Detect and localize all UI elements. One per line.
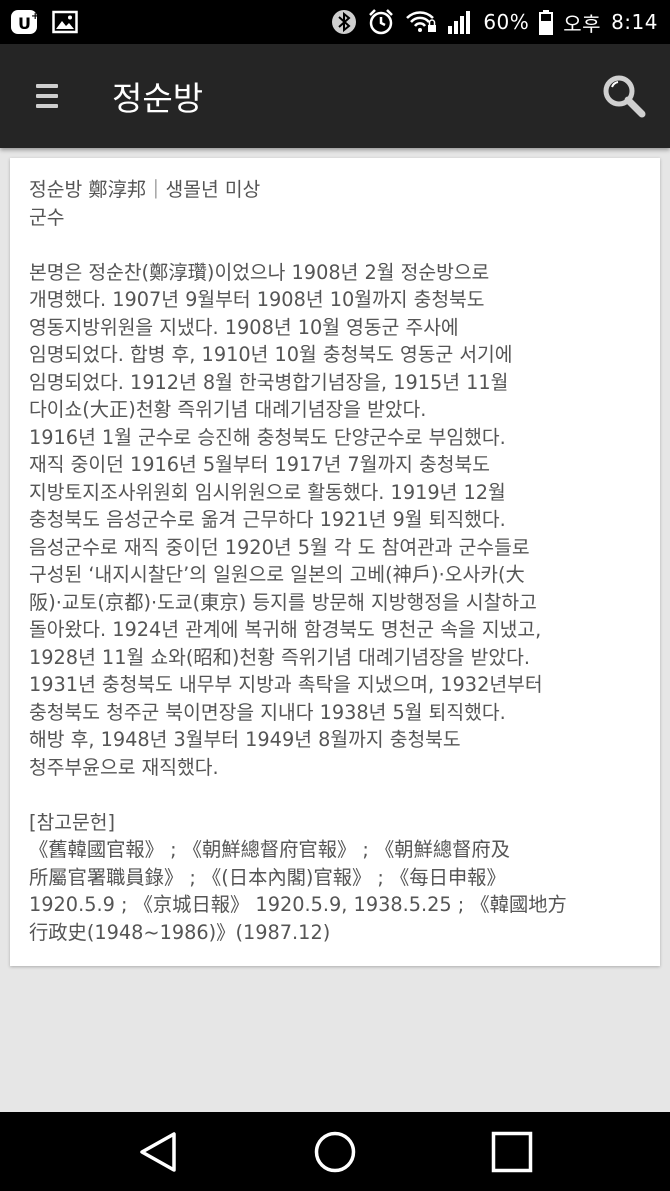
- signal-icon: [447, 9, 473, 35]
- body-line: 1931년 충청북도 내무부 지방과 촉탁을 지냈으며, 1932년부터: [29, 673, 543, 696]
- body-line: 재직 중이던 1916년 5월부터 1917년 7월까지 충청북도: [29, 453, 491, 476]
- reference-line: 所屬官署職員錄》 ; 《(日本內閣)官報》 ; 《每日申報》: [29, 865, 506, 889]
- article-body: 본명은 정순찬(鄭淳瓚)이었으나 1908년 2월 정순방으로 개명했다. 19…: [29, 259, 642, 782]
- article-header-name: 정순방 鄭淳邦｜생몰년 미상: [29, 178, 261, 201]
- body-line: 해방 후, 1948년 3월부터 1949년 8월까지 충청북도: [29, 728, 461, 751]
- body-line: 충청북도 음성군수로 옮겨 근무하다 1921년 9월 퇴직했다.: [29, 508, 506, 531]
- back-icon[interactable]: [136, 1130, 180, 1178]
- wifi-lock-icon: [405, 10, 437, 34]
- references-title: [참고문헌]: [29, 810, 115, 834]
- search-icon[interactable]: [600, 72, 646, 122]
- menu-icon[interactable]: [36, 84, 58, 110]
- article-card: 정순방 鄭淳邦｜생몰년 미상 군수 본명은 정순찬(鄭淳瓚)이었으나 1908년…: [10, 158, 660, 966]
- bluetooth-icon: [331, 9, 357, 35]
- app-bar: 정순방: [0, 44, 670, 148]
- body-line: 阪)·교토(京都)·도쿄(東京) 등지를 방문해 지방행정을 시찰하고: [29, 590, 537, 614]
- u-plus-icon: U +: [10, 7, 42, 37]
- body-line: 음성군수로 재직 중이던 1920년 5월 각 도 참여관과 군수들로: [29, 535, 530, 559]
- body-line: 구성된 ‘내지시찰단’의 일원으로 일본의 고베(神戶)·오사카(大: [29, 563, 525, 586]
- reference-line: 1920.5.9 ; 《京城日報》 1920.5.9, 1938.5.25 ; …: [29, 893, 567, 916]
- body-line: 지방토지조사위원회 임시위원으로 활동했다. 1919년 12월: [29, 480, 506, 504]
- navigation-bar: [0, 1112, 670, 1191]
- reference-line: 《舊韓國官報》 ; 《朝鮮總督府官報》 ; 《朝鮮總督府及: [29, 838, 510, 861]
- body-line: 개명했다. 1907년 9월부터 1908년 10월까지 충청북도: [29, 288, 485, 311]
- article-header-role: 군수: [29, 205, 65, 229]
- battery-icon: [539, 9, 554, 35]
- body-line: 충청북도 청주군 북이면장을 지내다 1938년 5월 퇴직했다.: [29, 700, 506, 724]
- body-line: 임명되었다. 합병 후, 1910년 10월 충청북도 영동군 서기에: [29, 343, 513, 366]
- clock-ampm: 오후: [563, 11, 602, 36]
- home-icon[interactable]: [313, 1130, 357, 1178]
- body-line: 청주부윤으로 재직했다.: [29, 755, 219, 779]
- references-list: 《舊韓國官報》 ; 《朝鮮總督府官報》 ; 《朝鮮總督府及 所屬官署職員錄》 ;…: [29, 836, 642, 946]
- clock-time: 8:14: [611, 10, 658, 34]
- recents-icon[interactable]: [490, 1130, 534, 1178]
- body-line: 다이쇼(大正)천황 즉위기념 대례기념장을 받았다.: [29, 398, 427, 421]
- svg-text:+: +: [31, 11, 39, 22]
- body-line: 1928년 11월 쇼와(昭和)천황 즉위기념 대례기념장을 받았다.: [29, 645, 531, 669]
- body-line: 1916년 1월 군수로 승진해 충청북도 단양군수로 부임했다.: [29, 425, 506, 449]
- gallery-icon: [52, 10, 78, 34]
- page-title: 정순방: [112, 79, 204, 118]
- body-line: 영동지방위원을 지냈다. 1908년 10월 영동군 주사에: [29, 315, 459, 339]
- svg-text:U: U: [18, 14, 31, 33]
- body-line: 임명되었다. 1912년 8월 한국병합기념장을, 1915년 11월: [29, 370, 509, 394]
- body-line: 본명은 정순찬(鄭淳瓚)이었으나 1908년 2월 정순방으로: [29, 260, 490, 284]
- alarm-icon: [367, 8, 395, 36]
- body-line: 돌아왔다. 1924년 관계에 복귀해 함경북도 명천군 속을 지냈고,: [29, 618, 542, 641]
- battery-percent: 60%: [483, 10, 530, 34]
- reference-line: 行政史(1948~1986)》(1987.12): [29, 920, 331, 944]
- status-bar: U + 60% 오후 8:14: [0, 0, 670, 44]
